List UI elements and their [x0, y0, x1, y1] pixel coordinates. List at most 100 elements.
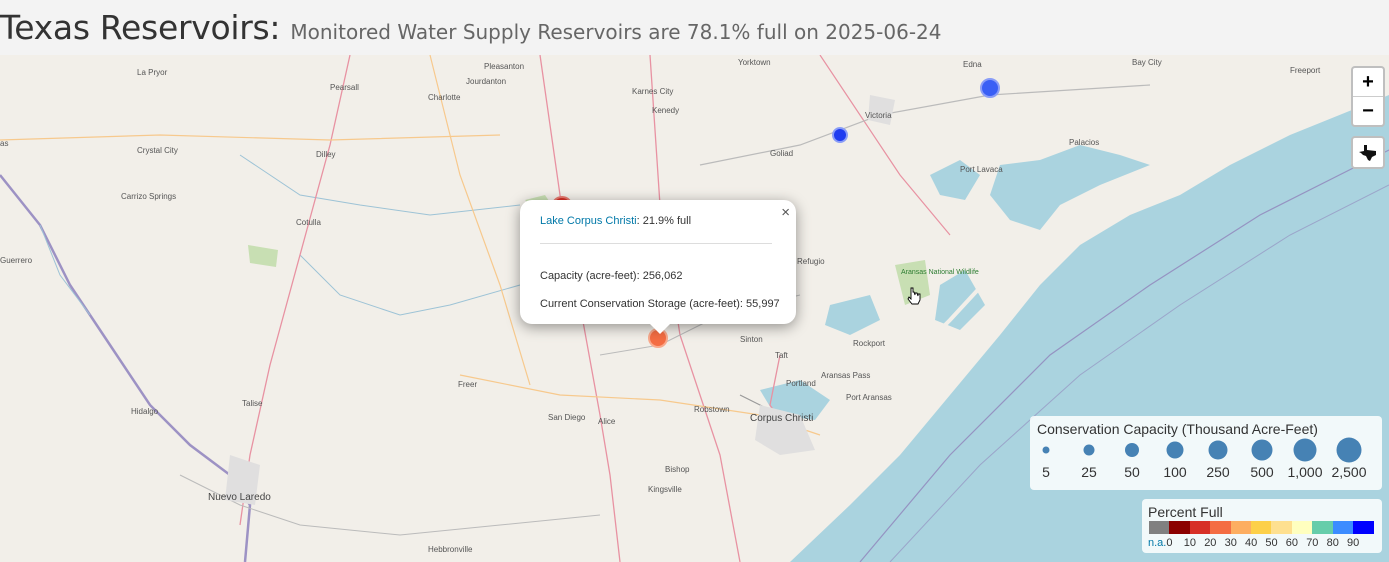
place-label: Dilley: [316, 150, 336, 159]
percent-legend: Percent Full n.a. 0 10 20 30 40 50 60 70 80 90: [1142, 499, 1382, 553]
place-label: Refugio: [797, 257, 825, 266]
capacity-legend-circle: [1208, 440, 1228, 460]
place-label: San Diego: [548, 413, 586, 422]
percent-legend-label: 80: [1326, 537, 1339, 549]
percent-legend-label: 70: [1306, 537, 1319, 549]
percent-legend-label: 20: [1204, 537, 1217, 549]
percent-legend-label: 60: [1285, 537, 1299, 549]
popup-storage: Current Conservation Storage (acre-feet)…: [540, 298, 780, 310]
place-label: Bishop: [665, 465, 690, 474]
place-label: Corpus Christi: [750, 413, 813, 424]
reservoir-popup: × Lake Corpus Christi: 21.9% full Capaci…: [520, 200, 796, 334]
capacity-legend-circle: [1293, 438, 1317, 462]
place-label: Alice: [598, 417, 616, 426]
place-label: Freer: [458, 380, 477, 389]
capacity-legend-label: 2,500: [1331, 464, 1366, 480]
reservoir-marker[interactable]: [832, 127, 848, 143]
capacity-legend: Conservation Capacity (Thousand Acre-Fee…: [1030, 416, 1382, 490]
place-label: Nuevo Laredo: [208, 492, 271, 503]
popup-header: Lake Corpus Christi: 21.9% full: [540, 215, 691, 227]
capacity-legend-label: 100: [1163, 464, 1187, 480]
place-label: Edna: [963, 60, 982, 69]
capacity-legend-symbols: 5 25 50 100 250 500 1,000 2,500: [1042, 437, 1367, 480]
place-label: La Pryor: [137, 68, 168, 77]
percent-legend-label: 40: [1245, 537, 1258, 549]
percent-legend-swatch: [1189, 521, 1211, 534]
percent-legend-swatch: [1251, 521, 1272, 534]
place-label: Pleasanton: [484, 62, 524, 71]
percent-legend-swatch: [1169, 521, 1191, 534]
page-header: Texas Reservoirs: Monitored Water Supply…: [0, 0, 1389, 55]
capacity-legend-label: 5: [1042, 464, 1050, 480]
capacity-legend-label: 500: [1250, 464, 1274, 480]
zoom-out-button[interactable]: −: [1353, 97, 1383, 125]
place-label: Port Aransas: [846, 393, 892, 402]
place-label: Yorktown: [738, 58, 771, 67]
percent-legend-label: 90: [1347, 537, 1360, 549]
percent-legend-swatch: [1149, 521, 1170, 534]
capacity-legend-circle: [1251, 439, 1273, 461]
place-label: Kingsville: [648, 485, 682, 494]
place-label: Sinton: [740, 335, 763, 344]
percent-legend-label: 10: [1183, 537, 1197, 549]
place-label: Carrizo Springs: [121, 192, 176, 201]
place-label: Hidalgo: [131, 407, 159, 416]
place-label: Portland: [786, 379, 816, 388]
page-title: Texas Reservoirs: Monitored Water Supply…: [0, 8, 941, 47]
percent-legend-swatch: [1210, 521, 1232, 534]
popup-divider: [540, 243, 772, 244]
place-label: Robstown: [694, 405, 730, 414]
zoom-in-button[interactable]: +: [1353, 68, 1383, 97]
capacity-legend-circle: [1083, 444, 1095, 456]
percent-legend-label: 30: [1224, 537, 1237, 549]
place-label: Bay City: [1132, 58, 1162, 67]
reservoir-link[interactable]: Lake Corpus Christi: [540, 215, 637, 227]
place-label: Jourdanton: [466, 77, 506, 86]
place-label: Cotulla: [296, 218, 321, 227]
percent-legend-swatch: [1353, 521, 1374, 534]
capacity-legend-label: 250: [1206, 464, 1230, 480]
popup-tip: [650, 324, 670, 334]
place-label: Karnes City: [632, 87, 673, 96]
percent-legend-swatch: [1312, 521, 1334, 534]
capacity-legend-label: 25: [1081, 464, 1097, 480]
percent-legend-swatch: [1271, 521, 1293, 534]
place-label: Rockport: [853, 339, 886, 348]
place-label: Charlotte: [428, 93, 461, 102]
place-label: Palacios: [1069, 138, 1099, 147]
place-label: as: [0, 139, 8, 148]
zoom-control: + −: [1351, 66, 1385, 127]
capacity-legend-circle: [1125, 443, 1139, 457]
place-label: Aransas Pass: [821, 371, 870, 380]
place-label: Crystal City: [137, 146, 178, 155]
capacity-legend-label: 50: [1124, 464, 1140, 480]
place-label: Hebbronville: [428, 545, 473, 554]
page-subtitle: Monitored Water Supply Reservoirs are 78…: [290, 20, 942, 44]
map-view[interactable]: La Pryor Pearsall Pleasanton Charlotte J…: [0, 55, 1389, 562]
place-label: Port Lavaca: [960, 165, 1003, 174]
percent-legend-swatch: [1332, 521, 1354, 534]
popup-close-button[interactable]: ×: [781, 204, 790, 221]
percent-legend-title: Percent Full: [1148, 504, 1223, 520]
percent-legend-label: 0: [1166, 537, 1173, 549]
percent-legend-na-label: n.a.: [1148, 537, 1167, 549]
title-main: Texas Reservoirs:: [0, 8, 281, 47]
place-label: Victoria: [865, 111, 892, 120]
place-label: Talise: [242, 399, 263, 408]
capacity-legend-circle: [1166, 441, 1184, 459]
reservoir-marker[interactable]: [980, 78, 1000, 98]
place-label: Freeport: [1290, 66, 1321, 75]
place-label: Goliad: [770, 149, 793, 158]
percent-legend-swatch: [1230, 521, 1252, 534]
percent-legend-swatch: [1291, 521, 1313, 534]
texas-shape-icon: [1359, 144, 1376, 161]
place-label: Pearsall: [330, 83, 359, 92]
capacity-legend-circle: [1336, 437, 1362, 463]
place-label: Taft: [775, 351, 789, 360]
capacity-legend-label: 1,000: [1287, 464, 1322, 480]
home-extent-button[interactable]: [1351, 136, 1385, 169]
percent-legend-label: 50: [1265, 537, 1278, 549]
capacity-legend-circle: [1042, 446, 1050, 454]
popup-capacity: Capacity (acre-feet): 256,062: [540, 270, 683, 282]
popup-percent: : 21.9% full: [636, 215, 692, 227]
